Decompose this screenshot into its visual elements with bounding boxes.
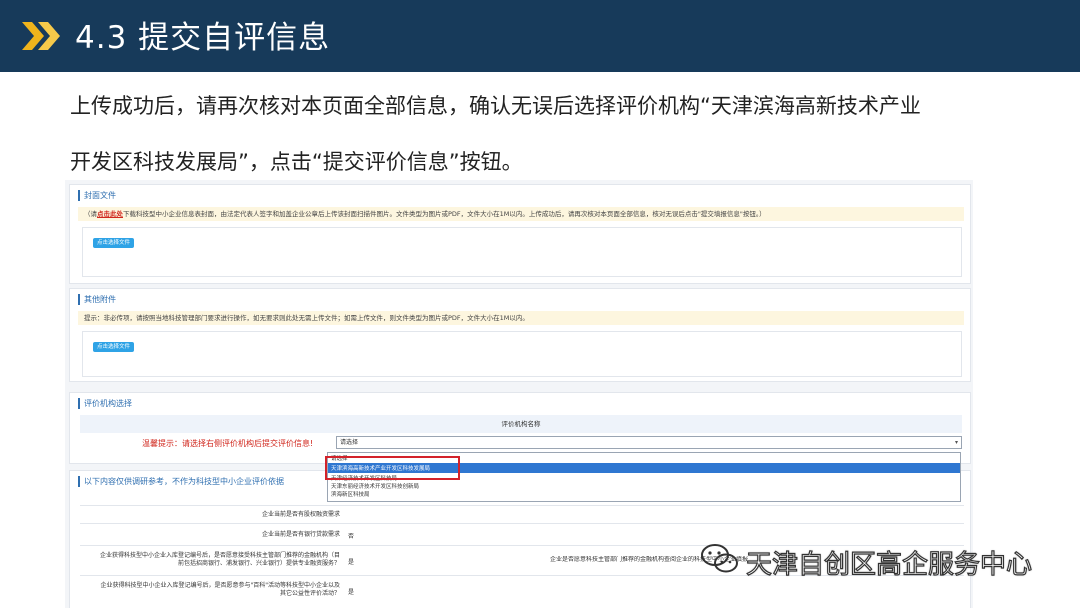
chevron-logo-icon	[22, 22, 60, 50]
cover-note-prefix: （请	[84, 210, 97, 218]
intro-line-1: 上传成功后，请再次核对本页面全部信息，确认无误后选择评价机构“天津滨海高新技术产…	[70, 94, 921, 118]
cover-file-panel: 封面文件 （请点击此处下载科技型中小企业信息表封面，由法定代表人签字和加盖企业公…	[69, 184, 971, 284]
watermark-text: 天津自创区高企服务中心	[745, 549, 1033, 580]
highlight-box	[325, 456, 460, 480]
cover-upload-area: 点击选择文件	[82, 227, 962, 277]
wechat-icon	[701, 544, 738, 573]
cover-upload-button[interactable]: 点击选择文件	[93, 238, 135, 248]
cover-note: （请点击此处下载科技型中小企业信息表封面，由法定代表人签字和加盖企业公章后上传该…	[78, 207, 964, 221]
table-row: 企业当前是否有银行贷款需求 否	[80, 523, 964, 546]
section-title-other: 其他附件	[78, 294, 116, 305]
row-value: 是	[348, 589, 355, 596]
section-title-cover: 封面文件	[78, 190, 116, 201]
row-label: 企业当前是否有股权融资需求	[261, 511, 340, 518]
slide-title: 4.3 提交自评信息	[75, 20, 331, 56]
dropdown-option[interactable]: 天津东丽经济技术开发区科技创新局	[331, 482, 419, 490]
intro-line-2: 开发区科技发展局”，点击“提交评价信息”按钮。	[70, 150, 523, 174]
dropdown-option[interactable]: 滨海新区科技局	[331, 490, 370, 498]
row-label: 企业获得科技型中小企业入库登记编号后，是否愿意接受科技主管部门推荐的金融机构（目…	[100, 552, 341, 567]
org-select[interactable]: 请选择 ▾	[336, 436, 962, 449]
other-note: 提示：非必传项，请按照当地科技管理部门要求进行操作，如无要求则此处无需上传文件；…	[78, 311, 964, 325]
row-label: 企业当前是否有银行贷款需求	[261, 531, 340, 538]
org-tip: 温馨提示：请选择右侧评价机构后提交评价信息!	[142, 439, 314, 448]
section-title-org: 评价机构选择	[78, 398, 132, 409]
cover-note-text: 下载科技型中小企业信息表封面，由法定代表人签字和加盖企业公章后上传该封面扫描件图…	[123, 210, 766, 218]
row-label: 企业获得科技型中小企业入库登记编号后，是否愿意参与"百科"活动等科技型中小企业以…	[100, 582, 340, 597]
other-attachments-panel: 其他附件 提示：非必传项，请按照当地科技管理部门要求进行操作，如无要求则此处无需…	[69, 288, 971, 382]
org-column-header: 评价机构名称	[80, 415, 962, 433]
other-upload-button[interactable]: 点击选择文件	[93, 342, 135, 352]
chevron-down-icon: ▾	[954, 439, 958, 446]
table-row: 企业当前是否有股权融资需求	[80, 505, 964, 524]
download-cover-link[interactable]: 点击此处	[97, 210, 123, 218]
title-banner: 4.3 提交自评信息	[0, 0, 1080, 72]
section-title-reference: 以下内容仅供调研参考，不作为科技型中小企业评价依据	[78, 476, 284, 487]
row-value: 是	[348, 559, 355, 566]
row-value: 否	[348, 533, 355, 540]
org-select-value: 请选择	[340, 439, 359, 446]
other-upload-area: 点击选择文件	[82, 331, 962, 377]
